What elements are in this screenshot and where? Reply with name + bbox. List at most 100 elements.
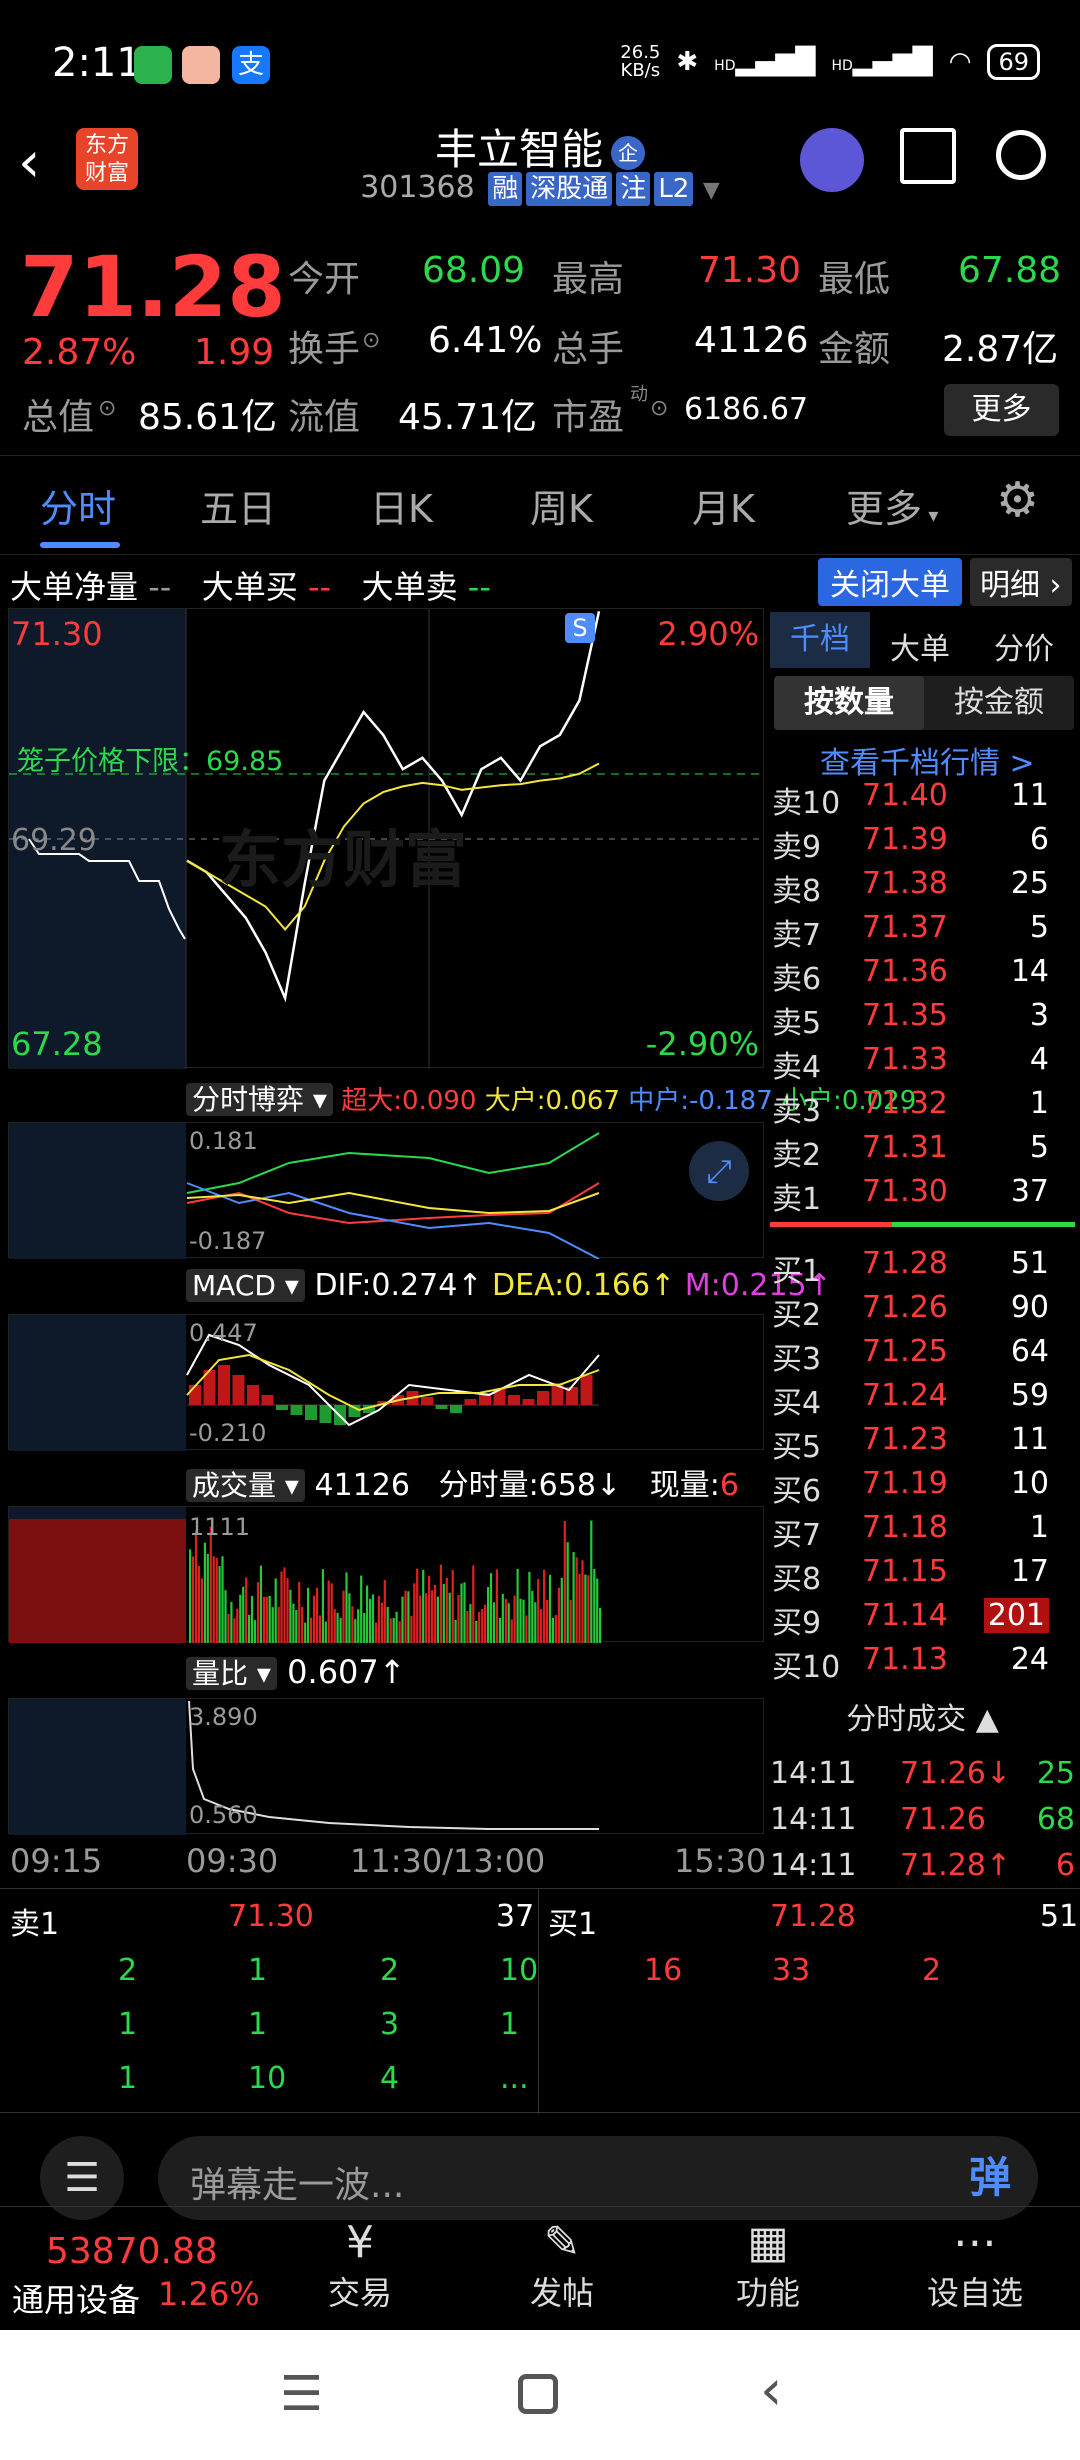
volume-bar bbox=[307, 1587, 310, 1643]
bid-row[interactable]: 买10 71.13 24 bbox=[770, 1642, 1075, 1686]
bluetooth-icon: ✱ bbox=[676, 47, 699, 77]
ask-row[interactable]: 卖9 71.39 6 bbox=[770, 822, 1075, 866]
info-icon[interactable]: ⊙ bbox=[650, 396, 668, 421]
volume-bar bbox=[280, 1571, 283, 1643]
ask-label: 卖9 bbox=[772, 830, 822, 865]
search-icon[interactable] bbox=[996, 130, 1046, 180]
volume-bar bbox=[466, 1610, 469, 1643]
sell-signal-marker[interactable]: S bbox=[565, 613, 595, 643]
subtab-by-amount[interactable]: 按金额 bbox=[924, 676, 1074, 730]
volume-bar bbox=[318, 1615, 321, 1643]
ratio-selector[interactable]: 量比 ▾ bbox=[186, 1657, 277, 1690]
ask-row[interactable]: 卖10 71.40 11 bbox=[770, 778, 1075, 822]
info-icon[interactable]: ⊙ bbox=[362, 328, 380, 353]
bid-row[interactable]: 买3 71.25 64 bbox=[770, 1334, 1075, 1378]
trade-button[interactable]: ¥ 交易 bbox=[320, 2217, 400, 2314]
game-bottom-label: -0.187 bbox=[189, 1227, 267, 1255]
tab-big-orders[interactable]: 大单 bbox=[890, 624, 950, 668]
subtab-by-qty[interactable]: 按数量 bbox=[774, 676, 924, 730]
game-indicator-selector[interactable]: 分时博弈 ▾ bbox=[186, 1083, 333, 1116]
bid-row[interactable]: 买2 71.26 90 bbox=[770, 1290, 1075, 1334]
volume-bar bbox=[439, 1564, 442, 1643]
close-big-order-button[interactable]: 关闭大单 bbox=[818, 558, 962, 606]
alipay-icon: 支 bbox=[232, 46, 270, 84]
volume-bar bbox=[215, 1557, 218, 1643]
settings-gear-icon[interactable]: ⚙ bbox=[996, 472, 1039, 528]
back-nav-icon[interactable]: ‹ bbox=[760, 2358, 782, 2423]
ask-row[interactable]: 卖8 71.38 25 bbox=[770, 866, 1075, 910]
ask-label: 卖7 bbox=[772, 918, 822, 953]
ask-label: 卖5 bbox=[772, 1006, 822, 1041]
tab-intraday[interactable]: 分时 bbox=[40, 478, 116, 533]
view-thousand-levels-link[interactable]: 查看千档行情 > bbox=[820, 738, 1035, 782]
ask-row[interactable]: 卖6 71.36 14 bbox=[770, 954, 1075, 998]
robot-assistant-icon[interactable] bbox=[800, 128, 864, 192]
detail-button[interactable]: 明细 › bbox=[970, 558, 1072, 606]
tab-daily-k[interactable]: 日K bbox=[370, 478, 433, 533]
macd-top-label: 0.447 bbox=[189, 1319, 258, 1347]
volume-bar bbox=[245, 1577, 248, 1643]
ask-row[interactable]: 卖5 71.35 3 bbox=[770, 998, 1075, 1042]
bid-row[interactable]: 买4 71.24 59 bbox=[770, 1378, 1075, 1422]
ask-row[interactable]: 卖1 71.30 37 bbox=[770, 1174, 1075, 1218]
ask-price: 71.31 bbox=[862, 1130, 948, 1165]
bid-price: 71.23 bbox=[862, 1422, 948, 1457]
time-label-0915: 09:15 bbox=[10, 1842, 103, 1880]
volume-bar bbox=[227, 1613, 230, 1643]
tab-monthly-k[interactable]: 月K bbox=[692, 478, 755, 533]
tab-more[interactable]: 更多 ▾ bbox=[846, 478, 938, 533]
price-chart-panel[interactable]: 71.30 2.90% 67.28 -2.90% 69.29 笼子价格下限：69… bbox=[8, 608, 765, 1069]
tab-five-day[interactable]: 五日 bbox=[200, 478, 276, 533]
tag-registered: 注 bbox=[616, 172, 651, 206]
macd-panel[interactable]: 0.447 -0.210 bbox=[8, 1314, 764, 1451]
macd-header: MACD ▾ DIF:0.274↑ DEA:0.166↑ M:0.215↑ bbox=[186, 1268, 832, 1303]
macd-selector[interactable]: MACD ▾ bbox=[186, 1269, 305, 1302]
volume-bar bbox=[445, 1577, 448, 1643]
more-button[interactable]: 更多 bbox=[944, 384, 1059, 436]
volume-bar bbox=[554, 1614, 557, 1643]
volume-selector[interactable]: 成交量 ▾ bbox=[186, 1469, 305, 1502]
ask-row[interactable]: 卖3 71.32 1 bbox=[770, 1086, 1075, 1130]
volume-bar bbox=[531, 1590, 534, 1643]
float-value: 45.71亿 bbox=[398, 397, 538, 438]
ratio-panel[interactable]: 3.890 0.560 bbox=[8, 1698, 764, 1835]
info-icon[interactable]: ⊙ bbox=[98, 396, 116, 421]
functions-button[interactable]: ▦ 功能 bbox=[728, 2217, 808, 2314]
volume-bar bbox=[584, 1574, 587, 1643]
bid-row[interactable]: 买8 71.15 17 bbox=[770, 1554, 1075, 1598]
volume-bar bbox=[407, 1591, 410, 1643]
expand-icon[interactable]: ⤢ bbox=[689, 1141, 749, 1201]
ask-row[interactable]: 卖4 71.33 4 bbox=[770, 1042, 1075, 1086]
bid-row[interactable]: 买1 71.28 51 bbox=[770, 1246, 1075, 1290]
bid-row[interactable]: 买5 71.23 11 bbox=[770, 1422, 1075, 1466]
tab-weekly-k[interactable]: 周K bbox=[530, 478, 593, 533]
index-value[interactable]: 53870.88 bbox=[46, 2231, 218, 2272]
game-indicator-panel[interactable]: 0.181 -0.187 ⤢ bbox=[8, 1122, 764, 1259]
tab-price-dist[interactable]: 分价 bbox=[994, 624, 1054, 668]
ticks-header[interactable]: 分时成交 ▲ bbox=[770, 1694, 1075, 1737]
ask-row[interactable]: 卖7 71.37 5 bbox=[770, 910, 1075, 954]
index-name[interactable]: 通用设备 bbox=[12, 2275, 140, 2321]
sell-queue-qty: 2 bbox=[380, 1953, 400, 1988]
volume-bar bbox=[336, 1612, 339, 1643]
volume-bar bbox=[366, 1585, 369, 1643]
ask-row[interactable]: 卖2 71.31 5 bbox=[770, 1130, 1075, 1174]
bid-label: 买9 bbox=[772, 1606, 822, 1641]
tab-thousand-levels[interactable]: 千档 bbox=[770, 612, 870, 668]
bid-qty: 59 bbox=[1010, 1378, 1049, 1413]
share-icon[interactable] bbox=[900, 128, 956, 184]
danmu-toggle-button[interactable]: 弹 bbox=[960, 2148, 1020, 2208]
bid-row[interactable]: 买9 71.14 201 bbox=[770, 1598, 1075, 1642]
pe-label: 市盈 bbox=[552, 397, 625, 438]
menu-icon[interactable]: ☰ bbox=[280, 2366, 323, 2422]
volume-bar bbox=[528, 1571, 531, 1643]
home-icon[interactable] bbox=[518, 2374, 558, 2414]
volume-bar bbox=[519, 1598, 522, 1643]
volume-bar bbox=[395, 1611, 398, 1643]
post-button[interactable]: ✎ 发帖 bbox=[522, 2217, 602, 2314]
volume-bar bbox=[256, 1582, 260, 1643]
add-watchlist-button[interactable]: ⋯ 设自选 bbox=[920, 2217, 1030, 2314]
bid-row[interactable]: 买7 71.18 1 bbox=[770, 1510, 1075, 1554]
volume-panel[interactable]: 1111 bbox=[8, 1506, 764, 1643]
bid-row[interactable]: 买6 71.19 10 bbox=[770, 1466, 1075, 1510]
